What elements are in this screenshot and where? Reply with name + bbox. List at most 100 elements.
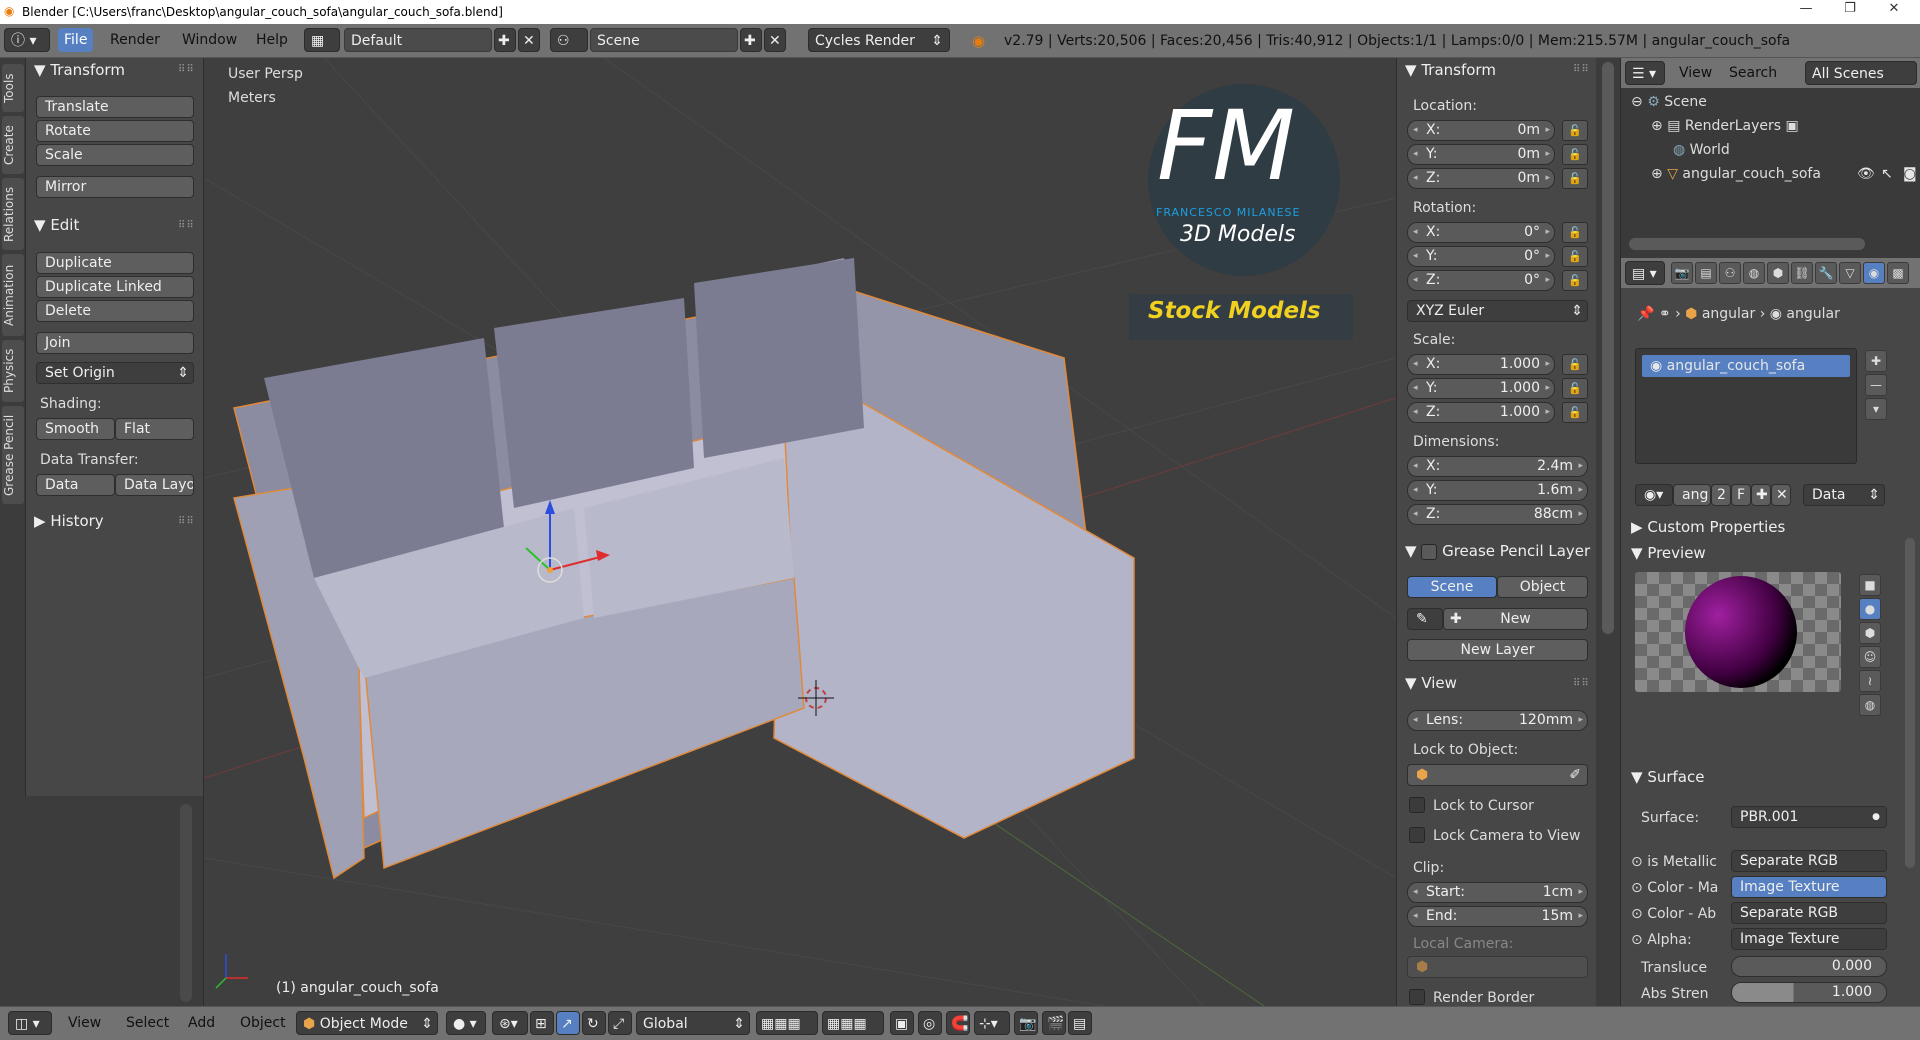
renderlayers-tab-icon[interactable]: ▤ (1695, 262, 1717, 284)
location-z-field[interactable]: ◂ Z: 0m ▸ (1407, 168, 1555, 189)
texture-tab-icon[interactable]: ▩ (1887, 262, 1909, 284)
menu-view[interactable]: View (62, 1011, 107, 1035)
opengl-render-icon[interactable]: 📷 (1014, 1011, 1038, 1035)
select-cursor-icon[interactable]: ↖ (1881, 166, 1893, 182)
lens-field[interactable]: ◂ Lens: 120mm ▸ (1407, 710, 1588, 731)
custom-properties-header[interactable]: ▶ Custom Properties (1631, 518, 1785, 536)
add-slot-button[interactable]: ✚ (1865, 350, 1887, 372)
preview-sphere-icon[interactable]: ● (1859, 598, 1881, 620)
pencil-icon[interactable]: ✎ (1407, 608, 1443, 630)
rotate-manipulator-icon[interactable]: ↻ (582, 1011, 606, 1035)
rotation-y-field[interactable]: ◂ Y: 0° ▸ (1407, 246, 1555, 267)
material-browse-button[interactable]: ◉▾ (1635, 484, 1673, 506)
drag-grip-icon[interactable]: ⠿⠿ (178, 516, 195, 527)
properties-scrollbar[interactable] (1905, 538, 1915, 868)
scale-manipulator-icon[interactable]: ⤢ (608, 1011, 632, 1035)
lock-object-field[interactable]: ⬢ ✐ (1407, 764, 1588, 786)
data-layout-transfer-button[interactable]: Data Layo (115, 474, 194, 496)
drag-grip-icon[interactable]: ⠿⠿ (178, 64, 195, 75)
outliner-filter-select[interactable]: All Scenes (1805, 61, 1917, 85)
grease-object-button[interactable]: Object (1497, 576, 1588, 598)
tab-physics[interactable]: Physics (2, 340, 24, 402)
clip-start-field[interactable]: ◂ Start: 1cm ▸ (1407, 882, 1588, 903)
material-users-count[interactable]: 2 (1711, 484, 1731, 506)
menu-window[interactable]: Window (176, 28, 243, 52)
grease-pencil-panel-header[interactable]: ▼ Grease Pencil Layer (1405, 542, 1590, 560)
color-ma-input-select[interactable]: Image Texture (1731, 876, 1887, 898)
material-slot-item[interactable]: ◉ angular_couch_sofa (1642, 355, 1850, 377)
color-ab-input-select[interactable]: Separate RGB (1731, 902, 1887, 924)
new-material-button[interactable]: ✚ (1751, 484, 1771, 506)
join-button[interactable]: Join (36, 332, 194, 354)
lock-icon[interactable]: 🔓 (1562, 222, 1588, 243)
lock-icon[interactable]: 🔓 (1562, 270, 1588, 291)
menu-add[interactable]: Add (182, 1011, 221, 1035)
render-border-checkbox[interactable] (1409, 989, 1425, 1005)
n-panel-scrollbar[interactable] (1602, 62, 1614, 634)
new-layer-button[interactable]: New Layer (1407, 639, 1588, 661)
world-tab-icon[interactable]: ◍ (1743, 262, 1765, 284)
lock-icon[interactable]: 🔓 (1562, 168, 1588, 189)
preview-hair-icon[interactable]: ≀ (1859, 670, 1881, 692)
shading-mode-button[interactable]: ● ▾ (446, 1011, 486, 1035)
rotation-x-field[interactable]: ◂ X: 0° ▸ (1407, 222, 1555, 243)
render-anim-icon[interactable]: ▤ (1068, 1011, 1092, 1035)
menu-render[interactable]: Render (104, 28, 166, 52)
view-panel-header[interactable]: ▼ View (1405, 674, 1457, 692)
add-layout-button[interactable]: ✚ (494, 28, 516, 52)
fake-user-button[interactable]: F (1731, 484, 1751, 506)
flat-button[interactable]: Flat (115, 418, 194, 440)
mode-select[interactable]: ⬢ Object Mode ⇕ (296, 1011, 438, 1035)
close-button[interactable]: ✕ (1874, 1, 1914, 16)
layers-grid-1[interactable]: ▦▦▦ (756, 1011, 818, 1035)
outliner-item-renderlayers[interactable]: ⊕ ▤ RenderLayers ▣ (1651, 118, 1799, 134)
opengl-anim-icon[interactable]: 🎬 (1042, 1011, 1066, 1035)
render-tab-icon[interactable]: 📷 (1671, 262, 1693, 284)
modifiers-tab-icon[interactable]: 🔧 (1815, 262, 1837, 284)
translate-manipulator-icon[interactable]: ↗ (556, 1011, 580, 1035)
new-grease-pencil-button[interactable]: ✚ New (1443, 608, 1588, 630)
layer-lock-icon[interactable]: ▣ (890, 1011, 914, 1035)
constraints-tab-icon[interactable]: ⛓ (1791, 262, 1813, 284)
set-origin-select[interactable]: Set Origin ⇕ (36, 362, 194, 384)
outliner-view-menu[interactable]: View (1673, 61, 1718, 85)
surface-shader-select[interactable]: PBR.001 ● (1731, 806, 1887, 828)
scene-selector-button[interactable]: ⚇ ▾ (550, 28, 588, 73)
preview-header[interactable]: ▼ Preview (1631, 544, 1706, 562)
outliner-item-sofa[interactable]: ⊕ ▽ angular_couch_sofa (1651, 166, 1821, 182)
object-tab-icon[interactable]: ⬢ (1767, 262, 1789, 284)
layout-selector-button[interactable]: ▦ ▾ (304, 28, 340, 73)
delete-button[interactable]: Delete (36, 300, 194, 322)
rotation-z-field[interactable]: ◂ Z: 0° ▸ (1407, 270, 1555, 291)
menu-select[interactable]: Select (120, 1011, 175, 1035)
lock-icon[interactable]: 🔓 (1562, 120, 1588, 141)
add-scene-button[interactable]: ✚ (740, 28, 762, 52)
tab-grease-pencil[interactable]: Grease Pencil (2, 406, 24, 504)
translate-button[interactable]: Translate (36, 96, 194, 118)
grease-pencil-checkbox[interactable] (1421, 543, 1438, 560)
editor-type-button[interactable]: ⓘ ▾ (4, 28, 50, 52)
material-tab-icon[interactable]: ◉ (1863, 262, 1885, 284)
lock-icon[interactable]: 🔓 (1562, 246, 1588, 267)
transluce-field[interactable]: 0.000 (1731, 956, 1887, 977)
smooth-button[interactable]: Smooth (36, 418, 115, 440)
preview-flat-icon[interactable]: ■ (1859, 574, 1881, 596)
viewport-editor-type-button[interactable]: ◫ ▾ (8, 1011, 52, 1035)
preview-world-icon[interactable]: ◍ (1859, 694, 1881, 716)
lock-icon[interactable]: 🔓 (1562, 378, 1588, 399)
tab-animation[interactable]: Animation (2, 254, 24, 336)
alpha-input-select[interactable]: Image Texture (1731, 928, 1887, 950)
tab-relations[interactable]: Relations (2, 178, 24, 250)
layout-name-field[interactable]: Default (344, 28, 492, 52)
lock-icon[interactable]: 🔓 (1562, 144, 1588, 165)
snap-toggle-icon[interactable]: 🧲 (946, 1011, 970, 1035)
duplicate-button[interactable]: Duplicate (36, 252, 194, 274)
outliner-scrollbar[interactable] (1629, 238, 1865, 250)
scale-y-field[interactable]: ◂ Y: 1.000 ▸ (1407, 378, 1555, 399)
dimension-z-field[interactable]: ◂ Z: 88cm ▸ (1407, 504, 1588, 525)
snap-element-icon[interactable]: ⊹▾ (974, 1011, 1010, 1035)
scale-z-field[interactable]: ◂ Z: 1.000 ▸ (1407, 402, 1555, 423)
pivot-point-button[interactable]: ⊛▾ (492, 1011, 528, 1035)
drag-grip-icon[interactable]: ⠿⠿ (178, 220, 195, 231)
lock-cursor-checkbox[interactable] (1409, 797, 1425, 813)
